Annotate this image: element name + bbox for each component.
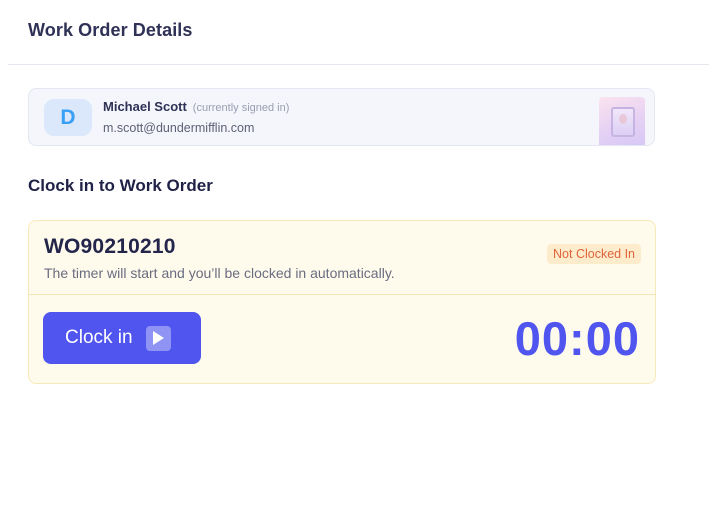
thumbnail-frame [611, 107, 635, 137]
play-icon [145, 325, 171, 351]
clock-in-label: Clock in [65, 327, 133, 348]
thumbnail-face [619, 114, 627, 124]
section-title: Clock in to Work Order [28, 176, 213, 195]
user-name-line: Michael Scott (currently signed in) [103, 99, 289, 114]
current-user-card: D Michael Scott (currently signed in) m.s… [28, 88, 655, 146]
clock-in-button[interactable]: Clock in [43, 312, 201, 364]
status-badge: Not Clocked In [547, 244, 641, 264]
page-title: Work Order Details [28, 20, 193, 40]
card-divider [29, 294, 655, 295]
avatar: D [44, 99, 92, 136]
user-name: Michael Scott [103, 99, 187, 114]
work-order-description: The timer will start and you’ll be clock… [44, 265, 395, 281]
user-email: m.scott@dundermifflin.com [103, 121, 255, 135]
timer-display: 00:00 [514, 312, 640, 365]
work-order-id: WO90210210 [44, 235, 176, 258]
work-order-card: WO90210210 The timer will start and you’… [28, 220, 656, 384]
header-divider [8, 64, 709, 65]
signed-in-note: (currently signed in) [192, 102, 290, 114]
profile-thumbnail [599, 97, 645, 145]
